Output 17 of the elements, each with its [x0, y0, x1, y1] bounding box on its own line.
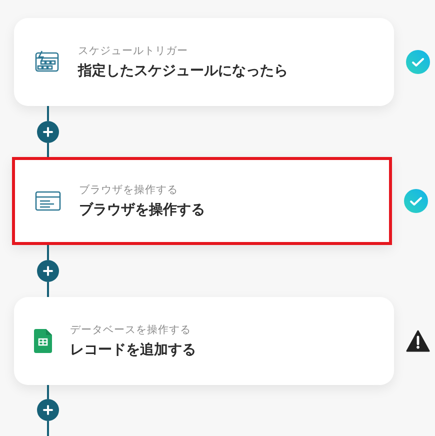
- add-step-button[interactable]: [37, 260, 59, 282]
- add-step-button[interactable]: [37, 120, 59, 143]
- add-step-button[interactable]: [37, 399, 59, 422]
- spreadsheet-icon: [34, 328, 52, 353]
- step-category: スケジュールトリガー: [78, 44, 189, 58]
- step-card[interactable]: ブラウザを操作する ブラウザを操作する: [12, 157, 392, 246]
- plus-icon: [43, 405, 53, 416]
- plus-icon: [43, 126, 53, 137]
- browser-window-icon: [35, 191, 61, 212]
- step-category: データベースを操作する: [70, 322, 192, 337]
- step-card[interactable]: データベースを操作する レコードを追加する: [14, 296, 394, 385]
- step-title: レコードを追加する: [70, 340, 196, 359]
- plus-icon: [43, 266, 53, 276]
- step-title: 指定したスケジュールになったら: [78, 62, 288, 80]
- step-category: ブラウザを操作する: [79, 183, 179, 198]
- step-card[interactable]: スケジュールトリガー 指定したスケジュールになったら: [14, 18, 394, 106]
- step-title: ブラウザを操作する: [79, 201, 205, 220]
